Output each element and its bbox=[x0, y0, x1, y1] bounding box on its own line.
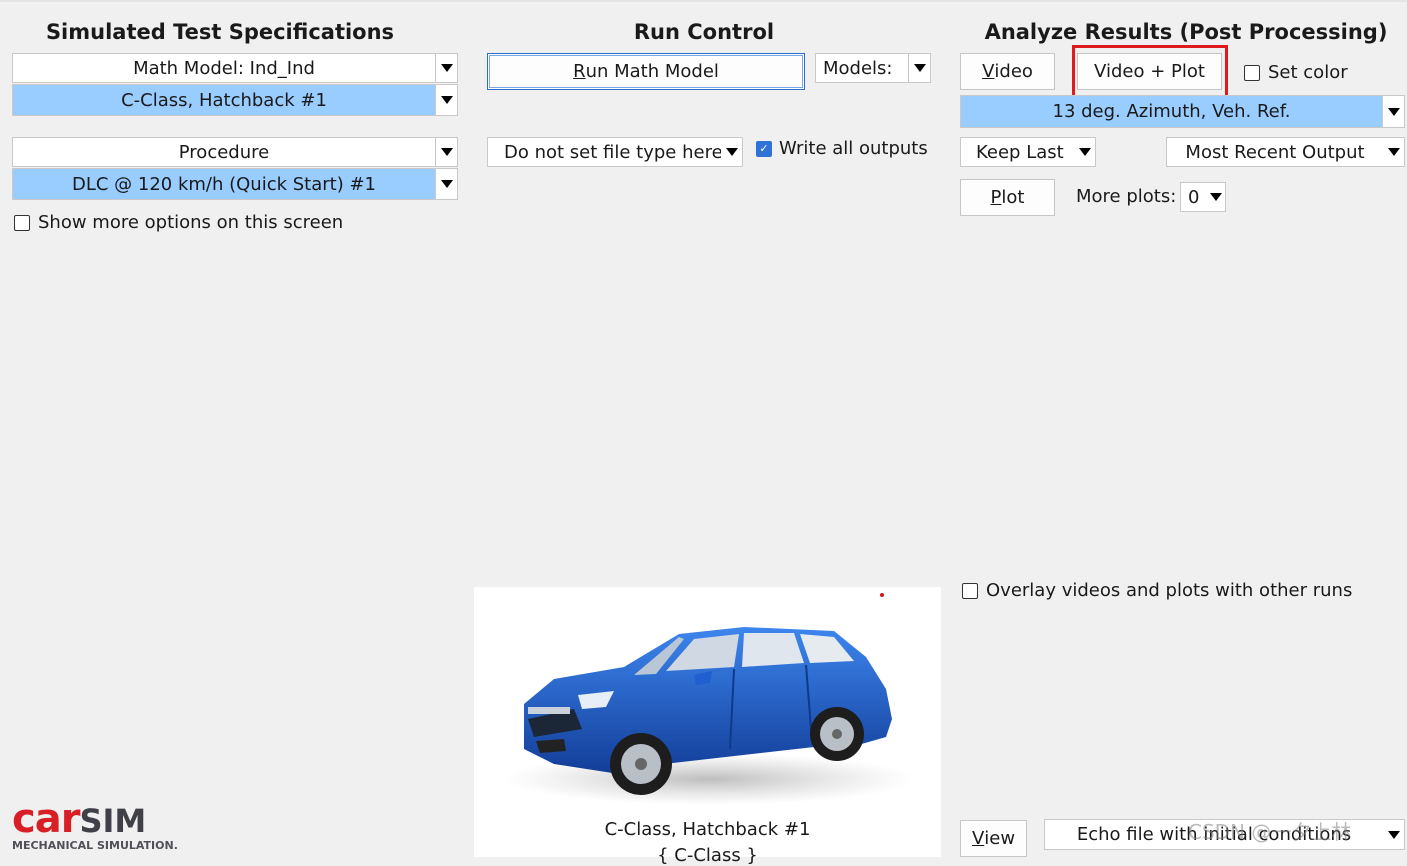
view-option-label: 13 deg. Azimuth, Veh. Ref. bbox=[1052, 101, 1291, 122]
show-more-option[interactable]: Show more options on this screen bbox=[14, 212, 343, 233]
view-label: iew bbox=[984, 828, 1016, 849]
view-mnemonic: V bbox=[971, 828, 985, 849]
video-button[interactable]: Video bbox=[960, 53, 1055, 90]
vehicle-label: C-Class, Hatchback #1 bbox=[121, 89, 327, 111]
chevron-down-icon[interactable] bbox=[435, 138, 457, 166]
video-label: ideo bbox=[994, 61, 1033, 82]
more-plots-value: 0 bbox=[1188, 186, 1200, 208]
procedure-category-label: Procedure bbox=[178, 141, 270, 163]
chevron-down-icon[interactable] bbox=[721, 138, 742, 166]
analyze-title: Analyze Results (Post Processing) bbox=[984, 20, 1388, 44]
procedure-dropdown[interactable]: DLC @ 120 km/h (Quick Start) #1 bbox=[12, 168, 458, 200]
write-all-outputs-option[interactable]: ✓ Write all outputs bbox=[756, 138, 928, 159]
file-type-dropdown[interactable]: Do not set file type here bbox=[487, 137, 743, 167]
write-all-label: Write all outputs bbox=[779, 138, 928, 159]
set-color-label: Set color bbox=[1268, 62, 1348, 83]
show-more-label: Show more options on this screen bbox=[38, 212, 344, 233]
chevron-down-icon[interactable] bbox=[435, 169, 457, 199]
run-math-model-button[interactable]: Run Math Model bbox=[487, 53, 805, 90]
vehicle-dropdown[interactable]: C-Class, Hatchback #1 bbox=[12, 84, 458, 116]
chevron-down-icon[interactable] bbox=[1074, 138, 1095, 166]
chevron-down-icon[interactable] bbox=[1383, 820, 1404, 849]
set-color-option[interactable]: Set color bbox=[1244, 62, 1348, 83]
math-model-label: Math Model: Ind_Ind bbox=[133, 57, 315, 79]
chevron-down-icon[interactable] bbox=[1383, 138, 1404, 166]
more-plots-label: More plots: bbox=[1076, 186, 1177, 207]
output-label: Most Recent Output bbox=[1185, 141, 1365, 163]
overlay-checkbox[interactable] bbox=[962, 582, 978, 599]
keep-last-label: Keep Last bbox=[976, 141, 1064, 163]
models-dropdown[interactable]: Models: bbox=[815, 53, 931, 83]
video-plot-label: Video + Plot bbox=[1094, 61, 1205, 82]
view-option-dropdown[interactable]: 13 deg. Azimuth, Veh. Ref. bbox=[960, 95, 1405, 128]
vehicle-image bbox=[504, 627, 914, 805]
chevron-down-icon[interactable] bbox=[435, 85, 457, 115]
logo-sim: SIM bbox=[79, 802, 147, 840]
keep-last-dropdown[interactable]: Keep Last bbox=[960, 137, 1096, 167]
video-plot-button[interactable]: Video + Plot bbox=[1077, 53, 1222, 90]
output-dropdown[interactable]: Most Recent Output bbox=[1166, 137, 1405, 167]
carsim-logo: car SIM MECHANICAL SIMULATION. bbox=[12, 796, 178, 852]
overlay-option[interactable]: Overlay videos and plots with other runs bbox=[962, 580, 1352, 601]
file-type-label: Do not set file type here bbox=[504, 141, 721, 163]
run-title: Run Control bbox=[633, 20, 775, 44]
top-border bbox=[0, 0, 1407, 2]
view-button[interactable]: View bbox=[960, 820, 1027, 857]
vehicle-caption: C-Class, Hatchback #1 bbox=[604, 819, 811, 840]
logo-tagline: MECHANICAL SIMULATION. bbox=[12, 839, 178, 852]
chevron-down-icon[interactable] bbox=[1207, 183, 1225, 211]
video-mnemonic: V bbox=[982, 61, 995, 82]
plot-mnemonic: P bbox=[990, 187, 1002, 208]
procedure-label: DLC @ 120 km/h (Quick Start) #1 bbox=[71, 173, 377, 195]
red-dot bbox=[880, 593, 884, 597]
run-button-mnemonic: R bbox=[573, 61, 586, 82]
specs-title: Simulated Test Specifications bbox=[45, 20, 395, 44]
chevron-down-icon[interactable] bbox=[1382, 96, 1404, 127]
models-label: Models: bbox=[823, 57, 893, 79]
plot-button[interactable]: Plot bbox=[960, 179, 1055, 216]
watermark: CSDN @一夕上林 bbox=[1188, 820, 1352, 844]
procedure-category-dropdown[interactable]: Procedure bbox=[12, 137, 458, 167]
vehicle-preview-panel: C-Class, Hatchback #1 { C-Class } bbox=[474, 587, 941, 866]
plot-label: lot bbox=[1001, 187, 1025, 208]
show-more-checkbox[interactable] bbox=[14, 214, 30, 231]
math-model-dropdown[interactable]: Math Model: Ind_Ind bbox=[12, 53, 458, 83]
set-color-checkbox[interactable] bbox=[1244, 64, 1260, 81]
write-all-checkbox[interactable]: ✓ bbox=[756, 140, 772, 157]
chevron-down-icon[interactable] bbox=[908, 54, 930, 82]
run-button-label: un Math Model bbox=[585, 61, 719, 82]
more-plots-dropdown[interactable]: 0 bbox=[1180, 182, 1226, 212]
overlay-label: Overlay videos and plots with other runs bbox=[986, 580, 1353, 601]
chevron-down-icon[interactable] bbox=[435, 54, 457, 82]
vehicle-caption-secondary: { C-Class } bbox=[657, 845, 758, 866]
logo-car: car bbox=[12, 796, 80, 842]
